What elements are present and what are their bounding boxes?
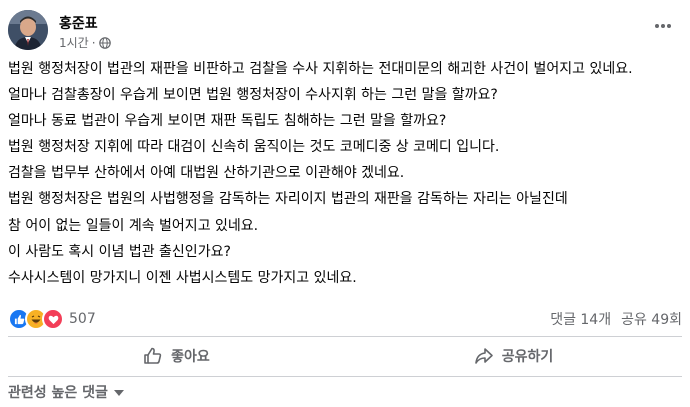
post-paragraph: 참 어이 없는 일들이 계속 벌어지고 있네요. [8, 217, 259, 234]
actions-divider [8, 376, 682, 377]
comment-sort-dropdown[interactable]: 관련성 높은 댓글 [8, 382, 124, 402]
comment-count-link[interactable]: 댓글 14개 [550, 309, 611, 329]
post-paragraph: 법원 행정처장은 법원의 사법행정을 감독하는 자리이지 법관의 재판을 감독하… [8, 191, 568, 208]
post-paragraph: 검찰을 법무부 산하에서 아예 대법원 산하기관으로 이관해야 겠네요. [8, 165, 405, 182]
post-body: 법원 행정처장이 법관의 재판을 비판하고 검찰을 수사 지휘하는 전대미문의 … [8, 60, 684, 295]
post-paragraph: 법원 행정처장이 법관의 재판을 비판하고 검찰을 수사 지휘하는 전대미문의 … [8, 61, 633, 77]
caret-down-icon [113, 390, 124, 396]
thumbs-up-icon [144, 347, 162, 364]
like-button[interactable]: 좋아요 [8, 338, 345, 374]
post-time[interactable]: 1시간 [59, 34, 89, 51]
stats-divider [8, 336, 682, 337]
share-button-label: 공유하기 [501, 349, 554, 365]
avatar-image [8, 10, 48, 50]
globe-icon[interactable] [98, 36, 111, 49]
more-dots-icon [655, 24, 671, 28]
post-paragraph: 얼마나 검찰총장이 우습게 보이면 법원 행정처장이 수사지휘 하는 그런 말을… [8, 87, 498, 104]
love-icon [42, 308, 64, 330]
action-bar: 좋아요 공유하기 [8, 338, 682, 374]
meta-separator: · [91, 35, 96, 50]
like-button-label: 좋아요 [171, 349, 210, 365]
comment-sort-label: 관련성 높은 댓글 [8, 385, 108, 401]
post-paragraph: 이 사람도 혹시 이념 법관 출신인가요? [8, 243, 231, 260]
post-paragraph: 수사시스템이 망가지니 이젠 사법시스템도 망가지고 있네요. [8, 269, 357, 286]
post-paragraph: 법원 행정처장 지휘에 따라 대검이 신속히 움직이는 것도 코메디중 상 코메… [8, 139, 500, 156]
author-name[interactable]: 홍준표 [59, 13, 98, 33]
share-button[interactable]: 공유하기 [345, 338, 682, 374]
more-options-button[interactable] [648, 14, 678, 38]
share-count-link[interactable]: 공유 49회 [621, 309, 682, 329]
post-header: 홍준표 1시간 · [8, 10, 682, 54]
reaction-count: 507 [69, 311, 96, 327]
post-stats: 507 댓글 14개 공유 49회 [8, 306, 682, 332]
reactions-summary[interactable]: 507 [8, 308, 96, 330]
post-paragraph: 얼마나 동료 법관이 우습게 보이면 재판 독립도 침해하는 그런 말을 할까요… [8, 113, 447, 130]
engagement-counts: 댓글 14개 공유 49회 [550, 309, 682, 329]
post-meta: 1시간 · [59, 34, 111, 51]
author-avatar[interactable] [8, 10, 48, 50]
share-arrow-icon [474, 348, 493, 364]
